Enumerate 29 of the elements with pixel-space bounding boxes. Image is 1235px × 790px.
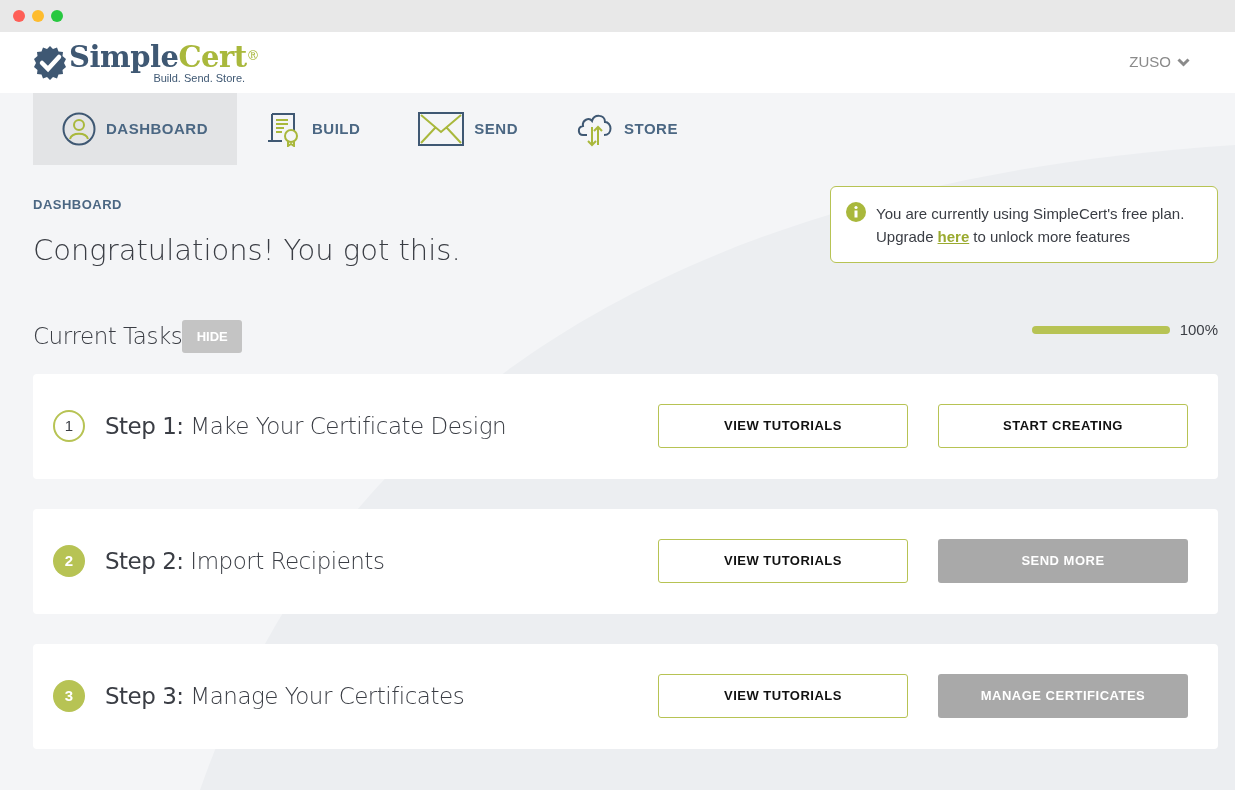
section-title: Current Tasks (33, 322, 183, 351)
step-title: Step 3: Manage Your Certificates (105, 681, 466, 711)
badge-check-icon (33, 45, 67, 80)
user-circle-icon (62, 112, 96, 146)
chevron-down-icon (1177, 58, 1190, 67)
notice-text: You are currently using SimpleCert's free plan. (876, 204, 1185, 224)
view-tutorials-button[interactable]: VIEW TUTORIALS (658, 404, 908, 448)
progress-reading: 100% (1179, 320, 1218, 340)
step-number: 1 (53, 410, 85, 442)
notice-text: to unlock more features (973, 227, 1130, 247)
envelope-icon (418, 112, 465, 146)
view-tutorials-button[interactable]: VIEW TUTORIALS (658, 674, 908, 718)
info-icon (846, 202, 866, 222)
user-menu[interactable]: ZUSO (1129, 51, 1190, 74)
nav-tab[interactable]: BUILD (237, 93, 390, 165)
nav-tab[interactable]: SEND (389, 93, 547, 165)
page-heading: Congratulations! You got this. (33, 231, 461, 269)
logo-wordmark: SimpleCert$^{®}$ (69, 41, 260, 72)
breadcrumb: DASHBOARD (33, 196, 123, 214)
step-number: 3 (53, 680, 85, 712)
step-number: 2 (53, 545, 85, 577)
step-title: Step 1: Make Your Certificate Design (105, 411, 508, 441)
view-tutorials-button[interactable]: VIEW TUTORIALS (658, 539, 908, 583)
nav-tab[interactable]: STORE (547, 93, 707, 165)
action-button[interactable]: START CREATING (938, 404, 1188, 448)
notice-text: Upgrade (876, 227, 934, 247)
logo-tagline: Build. Send. Store. (153, 71, 246, 84)
step-title: Step 2: Import Recipients (105, 546, 386, 576)
nav-tab[interactable]: DASHBOARD (33, 93, 237, 165)
